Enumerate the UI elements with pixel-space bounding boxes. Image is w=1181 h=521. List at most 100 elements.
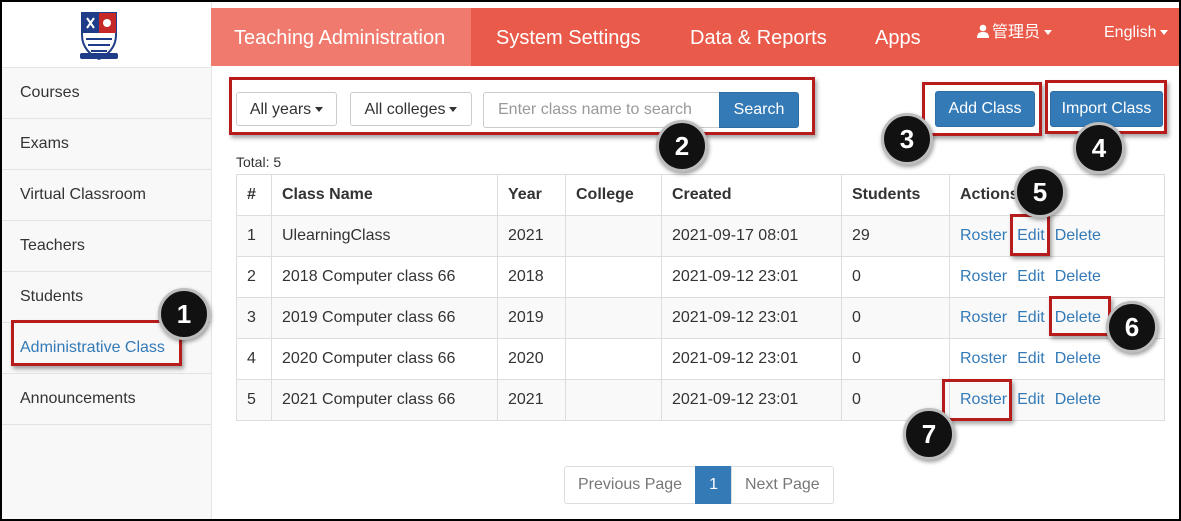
cell-year: 2018 [497, 256, 566, 298]
cell-actions: Roster Edit Delete [949, 379, 1165, 421]
sidebar-item-courses[interactable]: Courses [2, 68, 211, 119]
cell-number: 3 [236, 297, 272, 339]
edit-link[interactable]: Edit [1017, 227, 1045, 244]
callout-badge-3: 3 [881, 113, 933, 165]
edit-link[interactable]: Edit [1017, 391, 1045, 408]
cell-students: 0 [841, 338, 950, 380]
callout-badge-2: 2 [656, 120, 708, 172]
cell-students: 0 [841, 297, 950, 339]
nav-data-reports[interactable]: Data & Reports [690, 8, 827, 66]
search-button[interactable]: Search [719, 92, 799, 128]
sidebar-item-teachers[interactable]: Teachers [2, 221, 211, 272]
delete-link[interactable]: Delete [1055, 350, 1101, 367]
cell-year: 2021 [497, 215, 566, 257]
cell-college [565, 297, 662, 339]
sidebar-item-exams[interactable]: Exams [2, 119, 211, 170]
sidebar-item-virtual-classroom[interactable]: Virtual Classroom [2, 170, 211, 221]
cell-number: 2 [236, 256, 272, 298]
table-row: 2 2018 Computer class 66 2018 2021-09-12… [236, 256, 1165, 298]
cell-year: 2019 [497, 297, 566, 339]
cell-number: 1 [236, 215, 272, 257]
table-row: 1 UlearningClass 2021 2021-09-17 08:01 2… [236, 215, 1165, 257]
callout-badge-6: 6 [1106, 301, 1158, 353]
roster-link[interactable]: Roster [960, 391, 1007, 408]
cell-college [565, 379, 662, 421]
colleges-dropdown[interactable]: All colleges [350, 92, 472, 126]
callout-badge-5: 5 [1014, 166, 1066, 218]
column-header-year: Year [497, 174, 566, 216]
cell-year: 2021 [497, 379, 566, 421]
cell-number: 5 [236, 379, 272, 421]
delete-link[interactable]: Delete [1055, 309, 1101, 326]
column-header-class-name: Class Name [271, 174, 498, 216]
logo-area [2, 2, 211, 68]
nav-user-menu[interactable]: 管理员 [977, 8, 1053, 66]
cell-created: 2021-09-12 23:01 [661, 338, 842, 380]
table-row: 4 2020 Computer class 66 2020 2021-09-12… [236, 338, 1165, 380]
cell-created: 2021-09-17 08:01 [661, 215, 842, 257]
cell-year: 2020 [497, 338, 566, 380]
nav-system-settings[interactable]: System Settings [496, 8, 641, 66]
colleges-dropdown-label: All colleges [364, 101, 446, 118]
roster-link[interactable]: Roster [960, 268, 1007, 285]
cell-created: 2021-09-12 23:01 [661, 379, 842, 421]
delete-link[interactable]: Delete [1055, 227, 1101, 244]
previous-page-button[interactable]: Previous Page [564, 466, 697, 504]
roster-link[interactable]: Roster [960, 350, 1007, 367]
callout-badge-4: 4 [1073, 122, 1125, 174]
roster-link[interactable]: Roster [960, 227, 1007, 244]
import-class-button[interactable]: Import Class [1050, 91, 1163, 127]
edit-link[interactable]: Edit [1017, 268, 1045, 285]
chevron-down-icon [449, 107, 458, 113]
sidebar-item-announcements[interactable]: Announcements [2, 374, 211, 425]
cell-college [565, 256, 662, 298]
column-header-college: College [565, 174, 662, 216]
sidebar: Courses Exams Virtual Classroom Teachers… [2, 2, 212, 519]
current-page-button[interactable]: 1 [695, 466, 732, 504]
years-dropdown-label: All years [249, 101, 312, 118]
cell-actions: Roster Edit Delete [949, 256, 1165, 298]
user-icon [977, 24, 989, 38]
nav-apps[interactable]: Apps [875, 8, 921, 66]
add-class-button[interactable]: Add Class [935, 91, 1035, 127]
table-row: 3 2019 Computer class 66 2019 2021-09-12… [236, 297, 1165, 339]
cell-actions: Roster Edit Delete [949, 215, 1165, 257]
cell-number: 4 [236, 338, 272, 380]
callout-badge-1: 1 [158, 288, 210, 340]
cell-class-name: 2019 Computer class 66 [271, 297, 498, 339]
chevron-down-icon [1160, 30, 1169, 36]
edit-link[interactable]: Edit [1017, 350, 1045, 367]
cell-class-name: 2021 Computer class 66 [271, 379, 498, 421]
column-header-number: # [236, 174, 272, 216]
column-header-students: Students [841, 174, 950, 216]
total-count: Total: 5 [236, 154, 282, 170]
roster-link[interactable]: Roster [960, 309, 1007, 326]
cell-students: 29 [841, 215, 950, 257]
delete-link[interactable]: Delete [1055, 391, 1101, 408]
top-nav: Teaching Administration System Settings … [211, 8, 1179, 66]
nav-teaching-administration[interactable]: Teaching Administration [211, 8, 471, 66]
nav-language-menu[interactable]: English [1104, 8, 1169, 66]
chevron-down-icon [1044, 30, 1053, 36]
cell-college [565, 215, 662, 257]
pagination: Previous Page 1 Next Page [564, 466, 834, 504]
edit-link[interactable]: Edit [1017, 309, 1045, 326]
cell-class-name: UlearningClass [271, 215, 498, 257]
cell-created: 2021-09-12 23:01 [661, 256, 842, 298]
university-crest-logo [80, 12, 118, 61]
cell-students: 0 [841, 256, 950, 298]
cell-created: 2021-09-12 23:01 [661, 297, 842, 339]
language-label: English [1104, 24, 1157, 41]
cell-class-name: 2018 Computer class 66 [271, 256, 498, 298]
cell-class-name: 2020 Computer class 66 [271, 338, 498, 380]
table-row: 5 2021 Computer class 66 2021 2021-09-12… [236, 379, 1165, 421]
years-dropdown[interactable]: All years [236, 92, 337, 126]
column-header-created: Created [661, 174, 842, 216]
chevron-down-icon [315, 107, 324, 113]
next-page-button[interactable]: Next Page [730, 466, 834, 504]
app-frame: Courses Exams Virtual Classroom Teachers… [0, 0, 1181, 521]
callout-badge-7: 7 [903, 408, 955, 460]
cell-college [565, 338, 662, 380]
delete-link[interactable]: Delete [1055, 268, 1101, 285]
user-name: 管理员 [992, 24, 1041, 41]
